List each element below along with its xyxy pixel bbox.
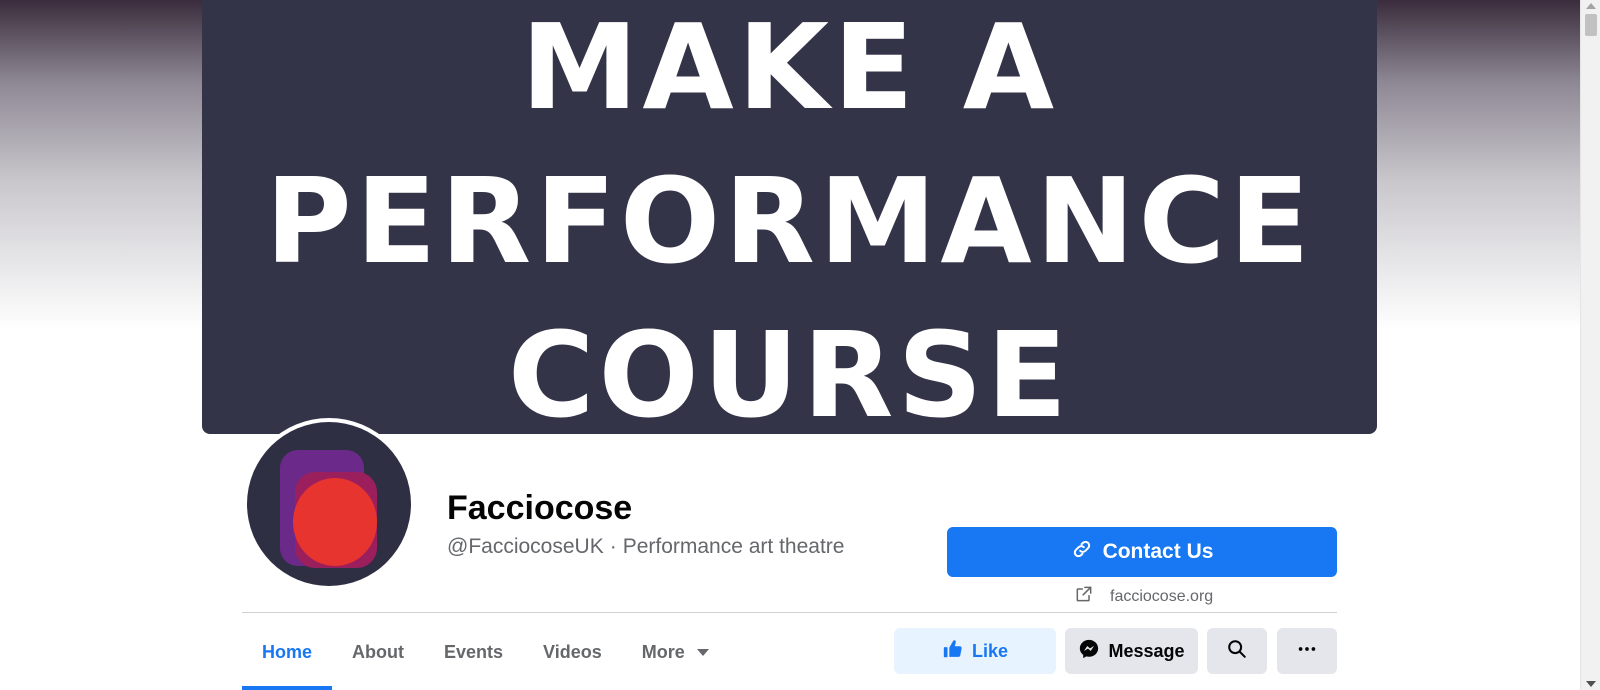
vertical-scrollbar[interactable] — [1580, 0, 1600, 690]
search-icon — [1226, 638, 1248, 665]
tab-videos[interactable]: Videos — [523, 614, 622, 690]
header-divider — [242, 612, 1337, 613]
like-button[interactable]: Like — [894, 628, 1056, 674]
external-link-icon — [1074, 584, 1094, 609]
scrollbar-thumb[interactable] — [1585, 14, 1597, 36]
website-link[interactable]: facciocose.org — [1074, 584, 1213, 609]
thumbs-up-icon — [942, 638, 964, 665]
tab-more-label: More — [641, 641, 685, 662]
tab-events[interactable]: Events — [424, 614, 523, 690]
tab-about[interactable]: About — [332, 614, 424, 690]
tab-more[interactable]: More — [622, 614, 729, 690]
caret-down-icon — [696, 648, 709, 656]
messenger-icon — [1078, 638, 1100, 665]
tab-about-label: About — [352, 641, 404, 662]
page-subtitle: @FacciocoseUK · Performance art theatre — [447, 535, 844, 559]
scroll-down-arrow-icon[interactable] — [1586, 681, 1596, 687]
cover-text-line-3: COURSE — [507, 306, 1072, 434]
page-category[interactable]: Performance art theatre — [623, 535, 845, 558]
more-options-button[interactable] — [1277, 628, 1337, 674]
search-button[interactable] — [1207, 628, 1267, 674]
page-tabs: Home About Events Videos More — [242, 614, 729, 690]
link-icon — [1071, 538, 1093, 566]
scroll-up-arrow-icon[interactable] — [1586, 3, 1596, 9]
cover-photo[interactable]: MAKE A PERFORMANCE COURSE — [202, 0, 1377, 434]
message-label: Message — [1108, 640, 1185, 661]
page-title: Facciocose — [447, 489, 633, 527]
tab-home[interactable]: Home — [242, 614, 333, 690]
tab-home-label: Home — [262, 641, 313, 662]
message-button[interactable]: Message — [1065, 628, 1198, 674]
like-label: Like — [971, 640, 1009, 661]
profile-avatar[interactable] — [243, 418, 415, 590]
tab-videos-label: Videos — [543, 641, 602, 662]
tab-events-label: Events — [444, 641, 504, 662]
ellipsis-icon — [1296, 638, 1318, 665]
facciocose-logo — [247, 422, 411, 586]
cover-text-line-1: MAKE A — [520, 0, 1059, 136]
page-handle[interactable]: @FacciocoseUK — [447, 535, 604, 558]
cover-text-line-2: PERFORMANCE — [265, 152, 1314, 290]
separator-dot: · — [609, 535, 617, 558]
logo-red-circle — [293, 478, 377, 566]
website-url[interactable]: facciocose.org — [1110, 588, 1213, 606]
contact-us-button[interactable]: Contact Us — [947, 527, 1337, 577]
contact-us-label: Contact Us — [1102, 540, 1214, 563]
